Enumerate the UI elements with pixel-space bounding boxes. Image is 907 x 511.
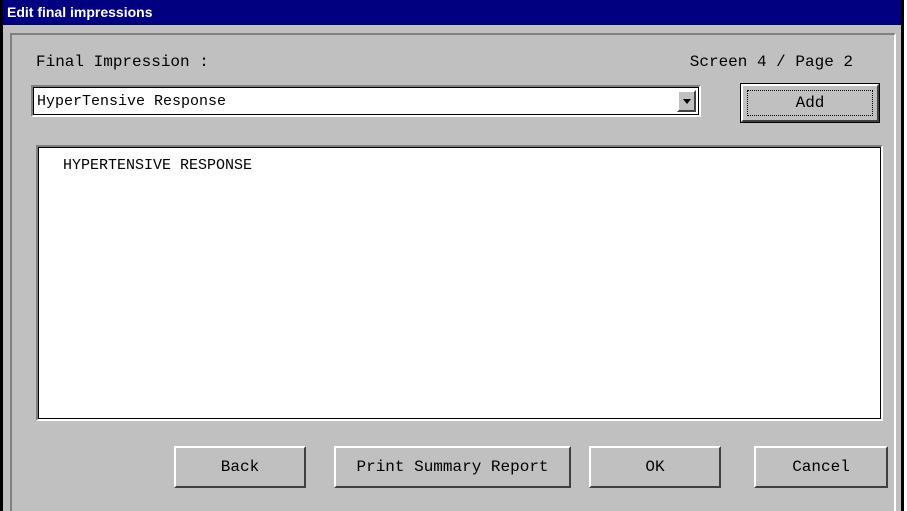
list-item[interactable]: HYPERTENSIVE RESPONSE: [63, 157, 252, 174]
title-bar[interactable]: Edit final impressions: [3, 0, 901, 25]
cancel-button-label: Cancel: [792, 458, 850, 476]
add-button[interactable]: Add: [740, 83, 880, 123]
dropdown-button[interactable]: [677, 90, 696, 112]
cancel-button[interactable]: Cancel: [754, 446, 888, 488]
print-summary-report-button[interactable]: Print Summary Report: [334, 446, 571, 488]
final-impression-label: Final Impression :: [36, 53, 209, 71]
final-impression-value: HyperTensive Response: [37, 93, 227, 110]
ok-button-label: OK: [645, 458, 665, 476]
back-button[interactable]: Back: [174, 446, 306, 488]
ok-button[interactable]: OK: [589, 446, 721, 488]
print-summary-report-label: Print Summary Report: [356, 458, 549, 476]
screen-page-indicator: Screen 4 / Page 2: [689, 53, 853, 71]
back-button-label: Back: [220, 458, 260, 476]
final-impression-combobox[interactable]: HyperTensive Response: [31, 85, 701, 117]
focus-rectangle: [747, 90, 873, 116]
dialog-window: Edit final impressions Final Impression …: [0, 0, 904, 511]
window-title: Edit final impressions: [7, 4, 153, 20]
chevron-down-icon: [683, 99, 691, 104]
final-impressions-list[interactable]: HYPERTENSIVE RESPONSE: [36, 145, 883, 421]
